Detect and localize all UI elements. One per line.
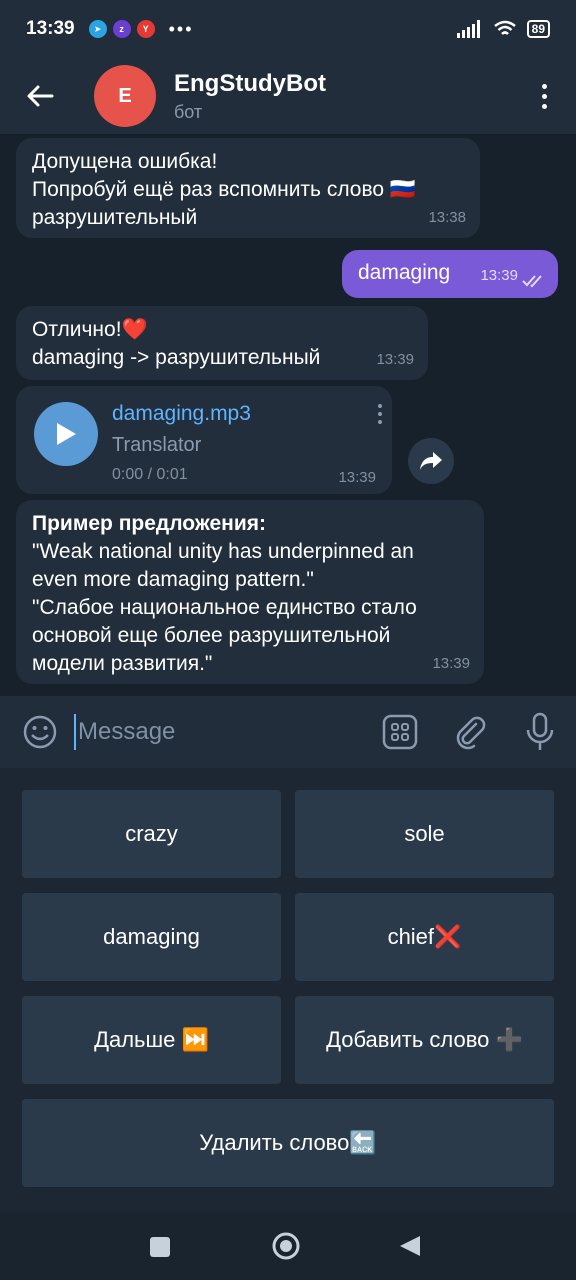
signal-icon — [456, 20, 480, 38]
message-line: "Слабое национальное единство стало — [32, 596, 417, 619]
keyboard-grid-icon — [382, 714, 418, 750]
wifi-icon — [493, 20, 516, 35]
audio-performer: Translator — [112, 434, 202, 456]
chat-title: EngStudyBot — [174, 69, 326, 97]
voice-button[interactable] — [524, 712, 556, 752]
yandex-notification-icon: Y — [136, 20, 155, 38]
keyboard-button-add-word[interactable]: Добавить слово ➕ — [295, 996, 554, 1084]
keyboard-button-chief[interactable]: chief❌ — [295, 893, 554, 981]
play-icon — [57, 423, 76, 445]
attach-button[interactable] — [452, 714, 488, 750]
message-time: 13:39 — [376, 351, 414, 368]
bot-avatar[interactable]: E — [94, 65, 156, 127]
home-button[interactable] — [271, 1231, 301, 1261]
bot-keyboard-button[interactable] — [382, 714, 418, 750]
message-line: основой еще более разрушительной — [32, 624, 391, 647]
message-error[interactable]: Допущена ошибка! Попробуй ещё раз вспомн… — [16, 138, 480, 238]
message-line: модели развития." — [32, 652, 213, 675]
double-check-icon — [522, 275, 542, 288]
message-time: 13:39 — [338, 469, 376, 486]
microphone-icon — [526, 712, 554, 750]
message-text: damaging — [358, 261, 451, 284]
forward-icon — [420, 452, 442, 470]
chat-menu-button[interactable] — [534, 76, 554, 116]
emoji-icon — [23, 715, 57, 749]
forward-button[interactable] — [408, 438, 454, 484]
message-input[interactable] — [74, 714, 364, 750]
message-outgoing[interactable]: damaging 13:39 — [342, 250, 558, 298]
chat-title-area[interactable]: EngStudyBot бот — [174, 70, 326, 123]
system-navigation-bar — [0, 1212, 576, 1280]
back-button[interactable] — [0, 58, 80, 134]
emoji-button[interactable] — [22, 714, 58, 750]
status-time: 13:39 — [26, 18, 75, 39]
chat-messages[interactable]: Допущена ошибка! Попробуй ещё раз вспомн… — [0, 134, 576, 696]
message-line: "Weak national unity has underpinned an — [32, 540, 414, 563]
message-time: 13:39 — [480, 267, 518, 284]
message-time: 13:39 — [432, 655, 470, 672]
paperclip-icon — [456, 716, 486, 750]
chat-subtitle: бот — [174, 101, 203, 122]
status-bar: 13:39 ➤ z Y ••• 89 — [0, 0, 576, 58]
audio-file-name: damaging.mp3 — [112, 402, 251, 425]
audio-duration: 0:00 / 0:01 — [112, 466, 188, 483]
system-back-button[interactable] — [398, 1234, 422, 1258]
keyboard-button-damaging[interactable]: damaging — [22, 893, 281, 981]
message-line: разрушительный — [32, 206, 198, 229]
message-line: damaging -> разрушительный — [32, 346, 321, 369]
back-arrow-icon — [27, 85, 54, 107]
bot-reply-keyboard: crazy sole damaging chief❌ Дальше ⏭️ Доб… — [0, 768, 576, 1212]
triangle-back-icon — [400, 1236, 420, 1256]
message-line: Отлично!❤️ — [32, 318, 148, 341]
keyboard-button-sole[interactable]: sole — [295, 790, 554, 878]
play-button[interactable] — [34, 402, 98, 466]
telegram-notification-icon: ➤ — [88, 20, 107, 38]
message-title: Пример предложения: — [32, 512, 266, 535]
message-example[interactable]: Пример предложения: "Weak national unity… — [16, 500, 484, 684]
keyboard-button-delete-word[interactable]: Удалить слово🔙 — [22, 1099, 554, 1187]
battery-indicator: 89 — [526, 20, 550, 38]
keyboard-button-crazy[interactable]: crazy — [22, 790, 281, 878]
message-input-bar — [0, 696, 576, 768]
keyboard-button-next[interactable]: Дальше ⏭️ — [22, 996, 281, 1084]
message-line: Допущена ошибка! — [32, 150, 218, 173]
more-notifications-icon: ••• — [168, 18, 194, 39]
square-icon — [150, 1237, 170, 1257]
zoom-notification-icon: z — [112, 20, 131, 38]
home-circle-icon — [272, 1232, 300, 1260]
message-correct[interactable]: Отлично!❤️ damaging -> разрушительный 13… — [16, 306, 428, 380]
audio-menu-button[interactable] — [378, 404, 382, 424]
message-line: Попробуй ещё раз вспомнить слово 🇷🇺 — [32, 178, 417, 201]
recent-apps-button[interactable] — [149, 1236, 171, 1258]
message-time: 13:38 — [428, 209, 466, 226]
message-line: even more damaging pattern." — [32, 568, 314, 591]
chat-header: E EngStudyBot бот — [0, 58, 576, 134]
audio-message[interactable]: damaging.mp3 Translator 0:00 / 0:01 13:3… — [16, 386, 392, 494]
